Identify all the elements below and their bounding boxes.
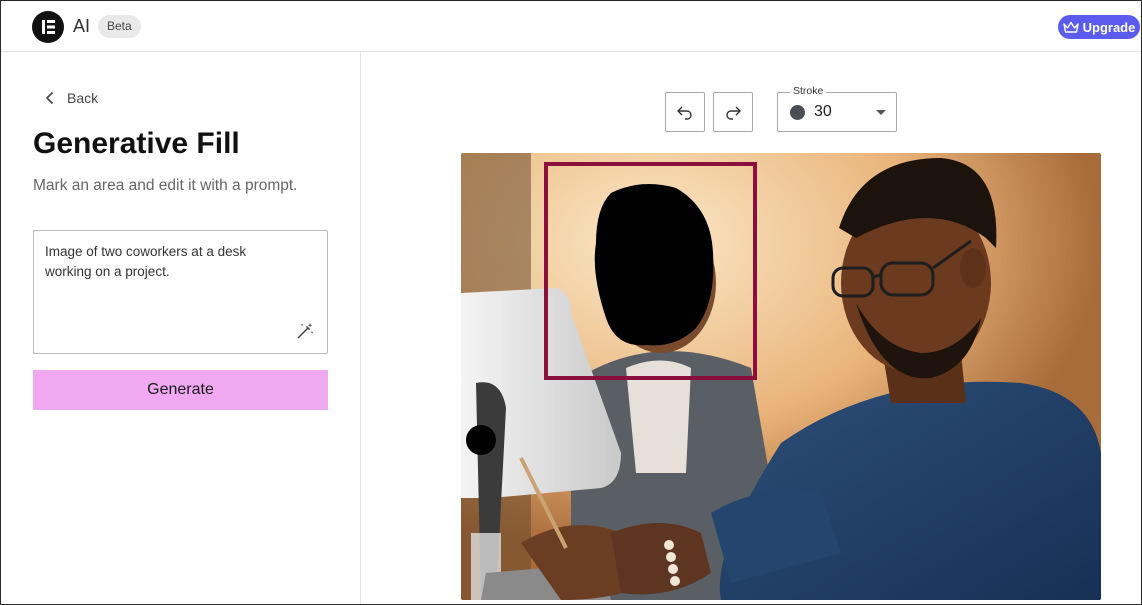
- app-window: AI Beta Upgrade Back Generative Fill Mar…: [0, 0, 1142, 605]
- magic-wand-icon[interactable]: [295, 321, 315, 341]
- stroke-label: Stroke: [790, 85, 827, 97]
- stroke-select[interactable]: Stroke 30: [777, 85, 897, 132]
- upgrade-label: Upgrade: [1082, 19, 1136, 35]
- chevron-left-icon: [45, 91, 54, 105]
- page-subtitle: Mark an area and edit it with a prompt.: [33, 177, 298, 194]
- crown-icon: [1062, 21, 1079, 33]
- back-link[interactable]: Back: [45, 90, 98, 106]
- undo-icon: [677, 106, 692, 120]
- redo-button[interactable]: [713, 92, 753, 132]
- beta-badge: Beta: [98, 15, 141, 38]
- photo-artwork: [461, 153, 1101, 600]
- undo-button[interactable]: [665, 92, 705, 132]
- back-label: Back: [67, 90, 99, 106]
- prompt-text[interactable]: Image of two coworkers at a desk working…: [45, 242, 295, 282]
- left-panel: Back Generative Fill Mark an area and ed…: [1, 52, 361, 604]
- stroke-color-swatch: [790, 105, 805, 120]
- mask-stroke: [594, 184, 714, 346]
- image-canvas[interactable]: [461, 153, 1101, 600]
- prompt-textarea[interactable]: Image of two coworkers at a desk working…: [33, 230, 328, 354]
- app-title: AI: [73, 16, 91, 36]
- generate-button[interactable]: Generate: [33, 370, 328, 410]
- chevron-down-icon: [876, 110, 886, 115]
- top-header: AI Beta Upgrade: [1, 1, 1141, 52]
- editor-area: Stroke 30: [361, 52, 1141, 604]
- redo-icon: [726, 106, 741, 120]
- brush-cursor: [466, 425, 496, 455]
- stroke-value: 30: [814, 103, 832, 120]
- upgrade-button[interactable]: Upgrade: [1058, 15, 1140, 39]
- elementor-logo-icon[interactable]: [32, 11, 64, 43]
- page-title: Generative Fill: [33, 127, 240, 160]
